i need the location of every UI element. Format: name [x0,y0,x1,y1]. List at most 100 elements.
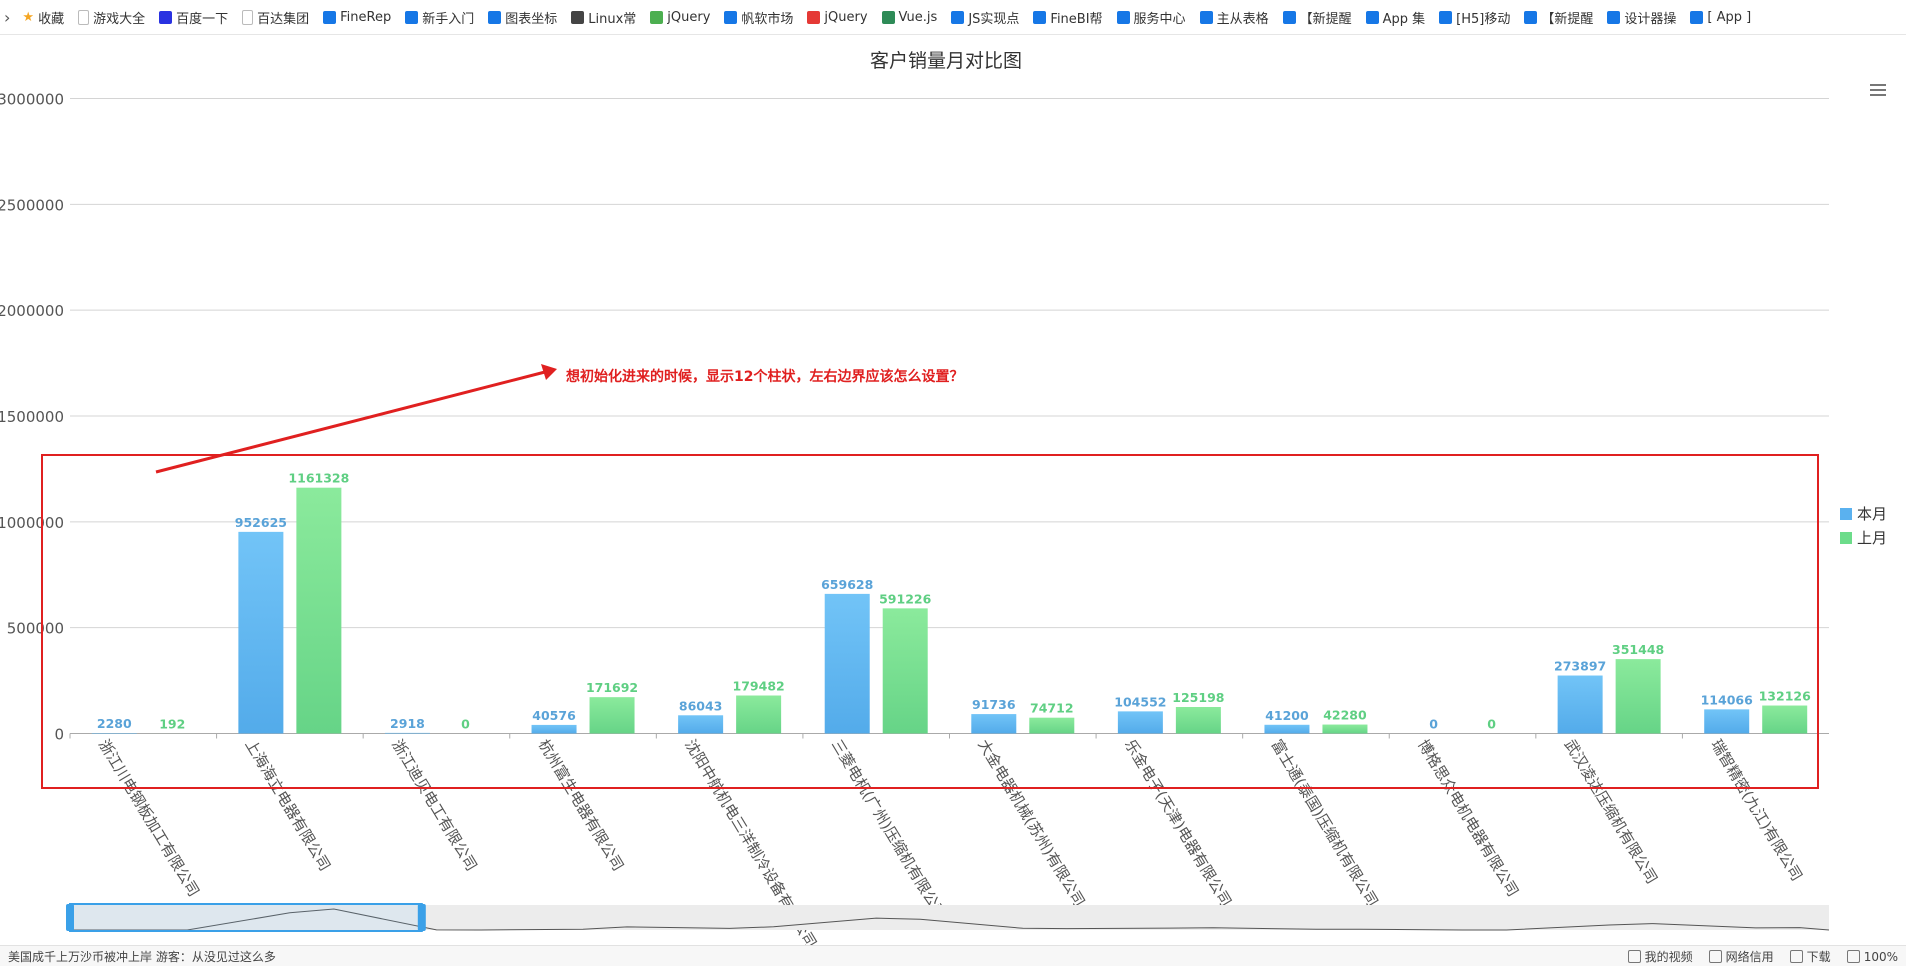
news-ticker[interactable]: 美国成千上万沙币被冲上岸 游客：从没见过这么多 [8,948,276,965]
bookmark-label: 设计器操 [1624,8,1676,27]
finereport-icon [488,11,501,24]
bookmark-item[interactable]: 图表坐标 [488,8,557,27]
bar-previous-month [296,488,341,734]
bookmark-item[interactable]: 服务中心 [1117,8,1186,27]
bookmark-label: FineRep [340,10,391,25]
finereport-icon [724,11,737,24]
bookmark-item[interactable]: App 集 [1366,8,1426,27]
bookmark-label: JS实现点 [968,8,1019,27]
finereport-icon [323,11,336,24]
bar-value-label: 74712 [1030,701,1074,716]
bookmark-item[interactable]: 百达集团 [242,8,309,27]
bookmark-item[interactable]: 【新提醒 [1524,8,1593,27]
bar-current-month [825,594,870,734]
zoom-icon [1847,950,1860,963]
bar-value-label: 86043 [679,698,723,713]
vue-icon [882,11,895,24]
bookmark-item[interactable]: FineRep [323,10,391,25]
bookmark-label: 游戏大全 [93,8,145,27]
x-category-label: 上海海立电器有限公司 [241,736,334,874]
bookmark-item[interactable]: 【新提醒 [1283,8,1352,27]
bar-previous-month [1176,707,1221,734]
bar-value-label: 91736 [972,697,1016,712]
bookmark-label: [ App ] [1707,10,1751,25]
bar-value-label: 0 [1429,717,1438,732]
legend-label: 本月 [1857,505,1887,523]
baidu-icon [159,11,172,24]
datazoom-handle-right[interactable] [418,904,426,931]
bookmark-label: jQuery [667,10,710,25]
bar-current-month [1558,676,1603,734]
my-video-button[interactable]: 我的视频 [1628,948,1693,965]
bar-previous-month [590,697,635,733]
bar-value-label: 659628 [821,577,873,592]
bookmark-label: 主从表格 [1217,8,1269,27]
bookmark-item[interactable]: [ App ] [1690,10,1751,25]
bookmark-item[interactable]: 主从表格 [1200,8,1269,27]
x-category-label: 浙江迪贝电工有限公司 [388,736,481,874]
bookmark-item[interactable]: jQuery [650,10,710,25]
bookmark-label: FineBI帮 [1050,8,1102,27]
jquery-icon [650,11,663,24]
bar-value-label: 0 [1487,717,1496,732]
bookmark-item[interactable]: [H5]移动 [1439,8,1510,27]
finereport-icon [1690,11,1703,24]
bookmark-item[interactable]: 百度一下 [159,8,228,27]
bar-previous-month [883,608,928,733]
video-icon [1628,950,1641,963]
annotation-text: 想初始化进来的时候，显示12个柱状，左右边界应该怎么设置？ [565,368,963,385]
bar-previous-month [736,696,781,734]
finereport-icon [1524,11,1537,24]
bar-current-month [238,532,283,734]
bookmarks-row: › ★收藏 游戏大全 百度一下百达集团 FineRep 新手入门图表坐标 Linux常 jQu… [0,0,1765,34]
linux-icon [571,11,584,24]
jquery-red-icon [807,11,820,24]
bookmark-label: 百度一下 [176,8,228,27]
x-category-label: 大金电器机械(苏州)有限公司 [974,736,1088,910]
bar-previous-month [1762,706,1807,734]
x-category-label: 瑞智精密(九江)有限公司 [1707,736,1806,884]
x-category-label: 杭州富生电器有限公司 [535,736,628,874]
bar-value-label: 273897 [1554,659,1606,674]
y-tick-label: 2000000 [0,302,64,320]
zoom-level[interactable]: 100% [1847,948,1898,965]
y-tick-label: 1500000 [0,408,64,426]
status-right-items: 我的视频 网络信用 下载 100% [1628,948,1898,965]
bookmark-item[interactable]: ★收藏 [22,8,64,27]
bookmark-item[interactable]: jQuery [807,10,867,25]
bookmark-item[interactable]: Linux常 [571,8,636,27]
y-tick-label: 2500000 [0,196,64,214]
bar-value-label: 171692 [586,680,638,695]
x-category-label: 武汉凌达压缩机有限公司 [1561,736,1661,887]
bookmark-item[interactable]: 设计器操 [1607,8,1676,27]
bar-value-label: 192 [159,716,185,731]
bar-value-label: 179482 [733,679,785,694]
datazoom-window[interactable] [70,904,422,931]
bar-value-label: 952625 [235,515,287,530]
bookmark-item[interactable]: 游戏大全 [78,8,145,27]
bar-current-month [678,715,723,733]
bookmark-item[interactable]: FineBI帮 [1033,8,1102,27]
bookmark-item[interactable]: 帆软市场 [724,8,793,27]
chevron-right-icon[interactable]: › [4,8,10,27]
bookmark-item[interactable]: 新手入门 [405,8,474,27]
network-credit-button[interactable]: 网络信用 [1709,948,1774,965]
bookmark-item[interactable]: JS实现点 [951,8,1019,27]
download-icon [1790,950,1803,963]
shield-icon [1709,950,1722,963]
bookmarks-bar: › ★收藏 游戏大全 百度一下百达集团 FineRep 新手入门图表坐标 Linux常 jQu… [0,0,1906,35]
bar-current-month [385,733,430,734]
bookmark-label: 服务中心 [1134,8,1186,27]
bar-value-label: 1161328 [288,471,349,486]
legend-swatch [1840,508,1852,520]
download-button[interactable]: 下载 [1790,948,1831,965]
datazoom-handle-left[interactable] [66,904,74,931]
bar-value-label: 2918 [390,716,425,731]
bar-value-label: 40576 [532,708,576,723]
bookmark-label: [H5]移动 [1456,8,1510,27]
bookmark-item[interactable]: Vue.js [882,10,938,25]
hamburger-icon[interactable] [1870,84,1886,98]
bar-previous-month [1616,659,1661,733]
bar-value-label: 591226 [879,591,931,606]
bookmark-label: 【新提醒 [1300,8,1352,27]
